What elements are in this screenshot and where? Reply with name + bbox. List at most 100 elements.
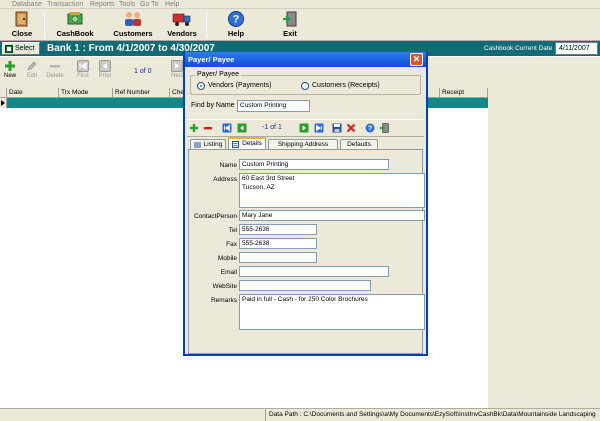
customers-icon [125,12,141,26]
vendors-radio-label[interactable]: Vendors (Payments) [208,82,271,89]
grid-corner [0,88,7,98]
toolbar-separator [206,12,207,38]
contact-person-label: ContactPerson [194,213,237,220]
prior-label: Prior [98,73,112,79]
listing-icon [194,142,201,148]
website-field[interactable] [239,280,371,291]
select-label: Select [15,45,35,52]
select-icon [5,45,13,53]
customers-label: Customers [113,29,153,38]
fax-label: Fax [226,241,237,248]
delete-icon [50,65,60,68]
tab-defaults-label: Defaults [347,141,371,148]
address-label: Address [213,176,237,183]
cashbook-button[interactable]: CashBook [55,10,95,40]
mobile-label: Mobile [217,255,237,262]
last-icon[interactable] [314,123,324,133]
email-label: Email [220,269,237,276]
new-label: New [3,73,16,79]
add-icon[interactable] [189,123,199,133]
menu-database[interactable]: Database [12,0,42,9]
dialog-title-bar[interactable]: Payer/ Payee [185,52,426,67]
close-label: Close [11,29,33,38]
vendors-label: Vendors [167,29,197,38]
tel-field[interactable]: 555-2636 [239,224,317,235]
svg-text:?: ? [233,14,240,26]
help-icon[interactable]: ? [365,123,375,133]
find-by-name-label: Find by Name [191,102,235,109]
address-field[interactable]: 60 East 3rd Street Tucson, AZ [239,173,425,208]
customers-button[interactable]: Customers [113,10,153,40]
plus-icon [5,61,15,71]
row-selector[interactable] [0,98,7,108]
exit-icon [283,11,297,27]
customers-radio-label[interactable]: Customers (Receipts) [312,82,380,89]
mobile-field[interactable] [239,252,317,263]
edit-label: Edit [26,73,38,79]
tel-label: Tel [228,227,237,234]
remove-icon[interactable] [203,123,213,133]
grid-header-receipt[interactable]: Receipt [440,88,488,98]
menu-transaction[interactable]: Transaction [47,0,83,9]
dialog-nav-toolbar: -1 of 1 ? [187,119,424,137]
vendors-radio[interactable] [197,82,205,90]
save-icon[interactable] [332,123,342,133]
tab-shipping-label: Shipping Address [277,141,329,148]
main-toolbar: Close CashBook Customers Vendors ? Help … [0,9,600,41]
first-icon[interactable] [222,123,232,133]
toolbar-separator [44,12,45,38]
new-record-button[interactable]: New [3,60,17,79]
close-icon: ✕ [412,54,421,64]
menu-reports[interactable]: Reports [90,0,115,9]
details-panel: Name Custom Printing Address 60 East 3rd… [188,149,425,354]
row-pointer-icon [1,100,5,106]
payer-payee-dialog: Payer/ Payee ✕ Payer/ Payee Vendors (Pay… [183,52,428,356]
pencil-icon [27,61,37,71]
prior-icon[interactable] [237,123,247,133]
menu-tools[interactable]: Tools [119,0,135,9]
exit-icon[interactable] [379,123,389,133]
grid-header-trx-mode[interactable]: Trx Mode [59,88,113,98]
first-record-button[interactable]: First [76,60,90,79]
grid-header-blank [428,88,440,98]
select-bank-button[interactable]: Select [2,42,40,55]
next-icon [171,60,183,72]
vendors-button[interactable]: Vendors [164,10,200,40]
name-field[interactable]: Custom Printing [239,159,389,170]
cashbook-date-field[interactable]: 4/11/2007 [555,42,598,55]
find-by-name-input[interactable]: Custom Printing [237,100,310,112]
name-label: Name [219,162,237,169]
cashbook-date-label: Cashbook Current Date [484,45,553,52]
cancel-icon[interactable] [346,123,356,133]
menu-bar: Database Transaction Reports Tools Go To… [0,0,600,9]
grid-header-cheque[interactable]: Che [170,88,184,98]
exit-button[interactable]: Exit [278,10,302,40]
close-button[interactable]: Close [8,10,36,40]
contact-person-field[interactable]: Mary Jane [239,210,425,221]
edit-record-button[interactable]: Edit [25,60,39,79]
remarks-field[interactable]: Paid in full - Cash - for 250 Color Broc… [239,294,425,330]
menu-goto[interactable]: Go To [140,0,159,9]
help-icon: ? [228,11,244,27]
first-icon [77,60,89,72]
grid-empty-area [488,88,600,408]
next-record-button[interactable]: Next [171,60,183,79]
vendors-truck-icon [172,13,191,26]
help-button[interactable]: ? Help [222,10,250,40]
customers-radio[interactable] [301,82,309,90]
prior-record-button[interactable]: Prior [98,60,112,79]
group-title: Payer/ Payee [195,71,242,78]
email-field[interactable] [239,266,389,277]
grid-header-ref-number[interactable]: Ref Number [113,88,170,98]
help-label: Help [227,29,245,38]
data-path-status: Data Path : C:\Documents and Settings\a\… [265,409,600,421]
grid-header-date[interactable]: Date [7,88,59,98]
next-icon[interactable] [299,123,309,133]
dialog-close-button[interactable]: ✕ [410,53,423,66]
fax-field[interactable]: 555-2638 [239,238,317,249]
svg-text:?: ? [368,126,372,133]
delete-record-button[interactable]: Delete [45,60,65,79]
exit-label: Exit [283,29,297,38]
menu-help[interactable]: Help [165,0,179,9]
details-icon [232,141,239,148]
